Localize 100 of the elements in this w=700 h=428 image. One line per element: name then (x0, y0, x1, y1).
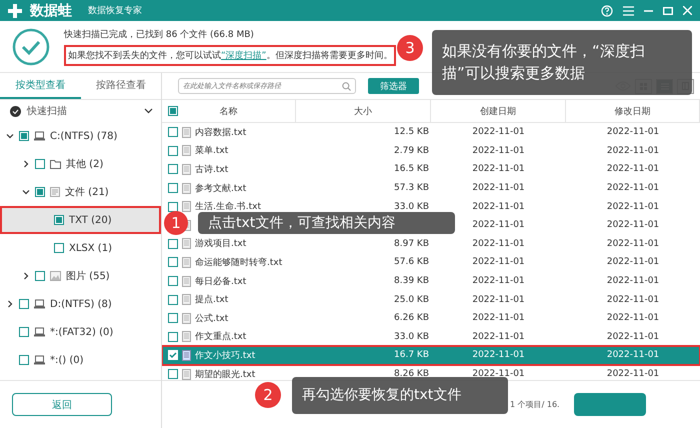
created-date: 2022-11-01 (472, 127, 525, 138)
tree-item[interactable]: 图片 (55) (0, 262, 161, 290)
checkbox[interactable] (35, 159, 45, 169)
modified-date: 2022-11-01 (606, 369, 660, 380)
modified-date: 2022-11-01 (606, 202, 660, 212)
created-date: 2022-11-01 (472, 220, 525, 230)
file-icon (182, 294, 191, 306)
column-header[interactable]: 大小 (354, 104, 372, 118)
close-icon[interactable] (683, 6, 692, 15)
caret-icon[interactable] (22, 188, 30, 196)
modified-date: 2022-11-01 (606, 294, 660, 305)
callout-tooltip: 如果没有你要的文件，“深度扫描”可以搜索更多数据 (432, 30, 692, 95)
tree-item[interactable]: XLSX (1) (0, 234, 161, 262)
tree-label: D:(NTFS) (8) (50, 298, 112, 310)
tree-item[interactable]: D:(NTFS) (8) (0, 290, 161, 318)
modified-date: 2022-11-01 (606, 350, 660, 360)
checkbox[interactable] (168, 332, 178, 342)
logo-icon (8, 4, 24, 18)
column-header[interactable]: 修改日期 (614, 104, 650, 118)
callout-tooltip: 点击txt文件，可查找相关内容 (198, 212, 455, 234)
caret-icon[interactable] (6, 132, 14, 140)
tree-item[interactable]: TXT (20) (0, 206, 161, 234)
checkbox[interactable] (19, 355, 29, 365)
maximize-icon[interactable] (663, 6, 673, 14)
checkbox[interactable] (168, 276, 178, 286)
caret-icon[interactable] (6, 300, 14, 308)
file-row[interactable]: 作文重点.txt 33.0 KB 2022-11-01 2022-11-01 (162, 328, 700, 346)
tree-item[interactable]: 其他 (2) (0, 150, 161, 178)
tree-item[interactable]: *:(FAT32) (0) (0, 318, 161, 346)
file-size: 8.97 KB (394, 238, 430, 249)
checkbox[interactable] (19, 131, 29, 141)
file-row[interactable]: 命运能够随时转弯.txt 57.6 KB 2022-11-01 2022-11-01 (162, 253, 700, 272)
tree-label: C:(NTFS) (78) (50, 130, 118, 142)
column-header[interactable]: 名称 (220, 104, 238, 118)
caret-icon[interactable] (22, 272, 30, 280)
file-row[interactable]: 公式.txt 6.26 KB 2022-11-01 2022-11-01 (162, 308, 700, 328)
modified-date: 2022-11-01 (606, 276, 660, 286)
checkbox[interactable] (168, 313, 178, 324)
file-size: 33.0 KB (394, 332, 430, 342)
app-subtitle: 数据恢复专家 (88, 4, 142, 17)
checkbox[interactable] (168, 106, 178, 116)
checkbox[interactable] (168, 183, 178, 194)
checkbox[interactable] (168, 202, 178, 212)
help-icon[interactable] (601, 4, 613, 16)
file-icon (182, 350, 191, 361)
filter-button[interactable]: 筛选器 (368, 78, 419, 94)
file-icon (182, 312, 191, 324)
view-tab[interactable]: 按类型查看 (0, 73, 80, 99)
checkbox[interactable] (54, 215, 64, 225)
checkbox[interactable] (168, 294, 178, 305)
tree-label: 文件 (21) (65, 186, 109, 199)
file-icon (182, 256, 191, 268)
created-date: 2022-11-01 (472, 313, 525, 324)
caret-icon[interactable] (22, 160, 30, 168)
file-name: 作文重点.txt (195, 330, 246, 344)
modified-date: 2022-11-01 (606, 146, 660, 156)
step-number: 2 (255, 382, 281, 408)
created-date: 2022-11-01 (472, 183, 525, 194)
file-row[interactable]: 期望的眼光.txt 8.26 KB 2022-11-01 2022-11-01 (162, 364, 700, 380)
checkbox[interactable] (35, 271, 45, 281)
checkbox[interactable] (168, 164, 178, 174)
file-row[interactable]: 菜单.txt 2.79 KB 2022-11-01 2022-11-01 (162, 142, 700, 160)
tree-item[interactable]: C:(NTFS) (78) (0, 122, 161, 150)
view-tab[interactable]: 按路径查看 (80, 73, 161, 99)
menu-icon[interactable] (623, 6, 634, 16)
checkbox[interactable] (19, 327, 29, 337)
checkbox[interactable] (54, 243, 64, 253)
file-size: 8.26 KB (394, 369, 430, 380)
tree-item[interactable]: 文件 (21) (0, 178, 161, 206)
file-row[interactable]: 内容数据.txt 12.5 KB 2022-11-01 2022-11-01 (162, 123, 700, 142)
file-row[interactable]: 提点.txt 25.0 KB 2022-11-01 2022-11-01 (162, 290, 700, 309)
created-date: 2022-11-01 (472, 350, 525, 360)
checkbox[interactable] (19, 299, 29, 309)
dropdown-caret-icon[interactable] (144, 108, 153, 114)
checkbox[interactable] (35, 187, 45, 197)
checkbox[interactable] (168, 238, 178, 249)
file-icon (182, 164, 191, 175)
file-row[interactable]: 参考文献.txt 57.3 KB 2022-11-01 2022-11-01 (162, 178, 700, 198)
file-icon (182, 126, 191, 138)
checkmark-circle-icon (12, 28, 50, 66)
checkbox[interactable] (168, 257, 178, 268)
tree-label: 图片 (55) (66, 270, 110, 283)
back-button[interactable]: 返回 (12, 393, 112, 416)
checkbox[interactable] (168, 369, 178, 380)
document-icon (50, 187, 60, 197)
step-number: 3 (397, 35, 423, 61)
checkbox[interactable] (168, 146, 178, 156)
file-row[interactable]: 古诗.txt 16.5 KB 2022-11-01 2022-11-01 (162, 160, 700, 179)
deep-scan-link[interactable]: “深度扫描” (221, 50, 266, 60)
file-row[interactable]: 每日必备.txt 8.39 KB 2022-11-01 2022-11-01 (162, 272, 700, 290)
tree-item[interactable]: *:() (0) (0, 346, 161, 374)
checkbox[interactable] (168, 127, 178, 138)
file-size: 8.39 KB (394, 276, 430, 286)
column-header[interactable]: 创建日期 (480, 104, 516, 118)
modified-date: 2022-11-01 (606, 183, 660, 194)
file-size: 6.26 KB (394, 313, 430, 324)
created-date: 2022-11-01 (472, 164, 525, 174)
file-row[interactable]: 游戏项目.txt 8.97 KB 2022-11-01 2022-11-01 (162, 234, 700, 254)
minimize-icon[interactable] (644, 8, 653, 12)
file-row[interactable]: 作文小技巧.txt 16.7 KB 2022-11-01 2022-11-01 (162, 346, 700, 365)
